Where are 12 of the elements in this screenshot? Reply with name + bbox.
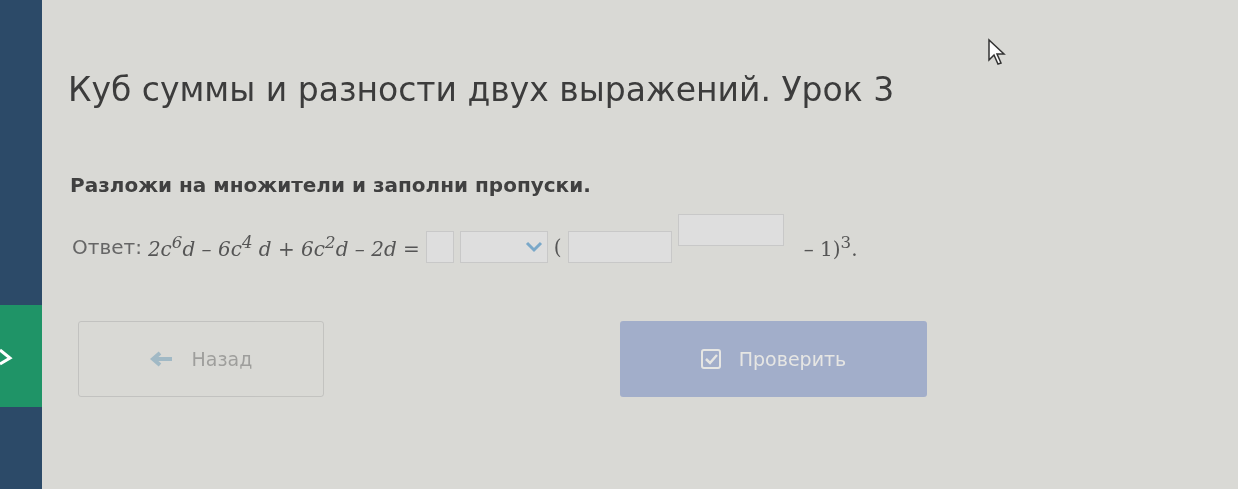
answer-label: Ответ: [72,235,142,259]
answer-dropdown[interactable] [459,231,548,263]
cursor-icon [987,38,1009,66]
math-expression: 2c$^{6}$d – 6c$^{4}$ d + 6c$^{2}$d – 2d = [147,233,420,261]
side-tab[interactable] [0,305,42,407]
arrow-left-icon [149,351,174,367]
math-expression: ( [553,235,562,259]
task-instruction: Разложи на множители и заполни пропуски. [70,173,592,197]
checkbox-icon [700,349,721,369]
math-expression: – 1)$^{3}$. [803,233,858,261]
lesson-title: Куб суммы и разности двух выражений. Урок 3 [68,70,896,109]
chevron-down-icon [524,241,543,253]
